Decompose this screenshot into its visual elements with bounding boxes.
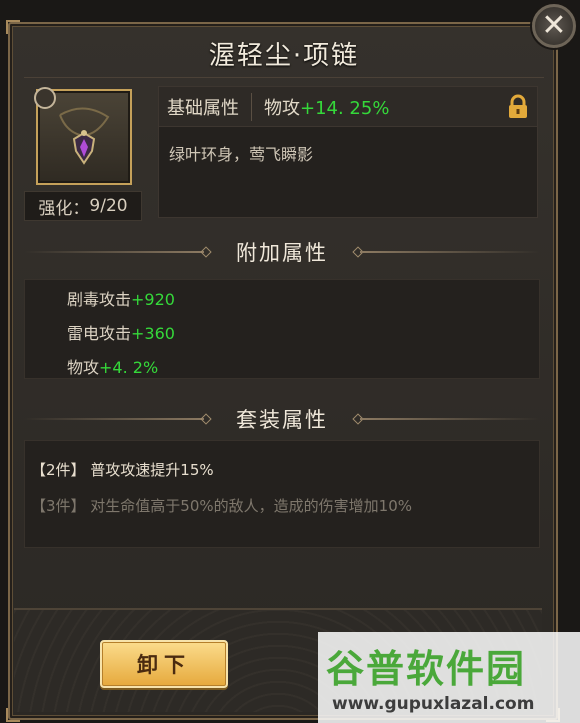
attr-name: 雷电攻击 xyxy=(67,324,132,343)
enhance-level: 强化： 9/20 xyxy=(24,191,142,221)
attr-value: +4. 2% xyxy=(99,358,159,377)
attr-name: 剧毒攻击 xyxy=(67,290,132,309)
additional-attributes-heading: 附加属性 xyxy=(236,241,328,265)
divider-diamond xyxy=(200,413,212,425)
lock-icon[interactable] xyxy=(505,94,531,120)
attr-value: +920 xyxy=(131,290,175,309)
item-slot[interactable] xyxy=(34,87,132,185)
divider-line xyxy=(360,251,540,253)
frame-corner xyxy=(6,20,20,34)
close-button[interactable]: ✕ xyxy=(532,4,576,48)
divider-diamond xyxy=(200,246,212,258)
divider-line xyxy=(24,418,204,420)
divider-line xyxy=(360,418,540,420)
set-attributes-box: 【2件】 普攻攻速提升15% 【3件】 对生命值高于50%的敌人，造成的伤害增加… xyxy=(24,440,540,548)
base-attributes-label: 基础属性 xyxy=(159,92,252,121)
watermark-title: 谷普软件园 xyxy=(326,647,527,691)
attr-value: +360 xyxy=(131,324,175,343)
set-bonus-active: 【2件】 普攻攻速提升15% xyxy=(31,461,214,479)
flavor-text: 绿叶环身，莺飞瞬影 xyxy=(169,145,314,164)
additional-attributes-header: 附加属性 xyxy=(24,235,540,269)
necklace-icon xyxy=(59,107,110,165)
base-attributes-box: 基础属性 物攻+14. 25% 绿叶环身，莺飞瞬影 xyxy=(158,86,538,218)
item-title: 渥轻尘·项链 xyxy=(208,41,360,71)
watermark: 谷普软件园 www.gupuxlazal.com xyxy=(318,632,580,723)
additional-attributes-box: 剧毒攻击+920 雷电攻击+360 物攻+4. 2% xyxy=(24,279,540,379)
base-stat: 物攻+14. 25% xyxy=(252,94,389,120)
list-item: 剧毒攻击+920 xyxy=(67,286,175,310)
base-stat-value: +14. 25% xyxy=(300,97,390,119)
base-stat-name: 物攻 xyxy=(264,97,300,119)
divider-line xyxy=(24,251,204,253)
set-bonus-inactive: 【3件】 对生命值高于50%的敌人，造成的伤害增加10% xyxy=(31,497,412,515)
set-attributes-heading: 套装属性 xyxy=(236,408,328,432)
enhance-value: 9/20 xyxy=(89,196,128,216)
title-bar: 渥轻尘·项链 xyxy=(24,30,544,78)
watermark-url: www.gupuxlazal.com xyxy=(332,694,535,714)
attr-name: 物攻 xyxy=(67,358,100,377)
list-item: 物攻+4. 2% xyxy=(67,354,158,378)
unequip-button[interactable]: 卸下 xyxy=(100,640,228,688)
enhance-label: 强化： xyxy=(38,198,90,219)
list-item: 雷电攻击+360 xyxy=(67,320,175,344)
close-icon: ✕ xyxy=(541,8,567,43)
base-attribute-row: 基础属性 物攻+14. 25% xyxy=(159,87,537,127)
set-attributes-header: 套装属性 xyxy=(24,402,540,436)
